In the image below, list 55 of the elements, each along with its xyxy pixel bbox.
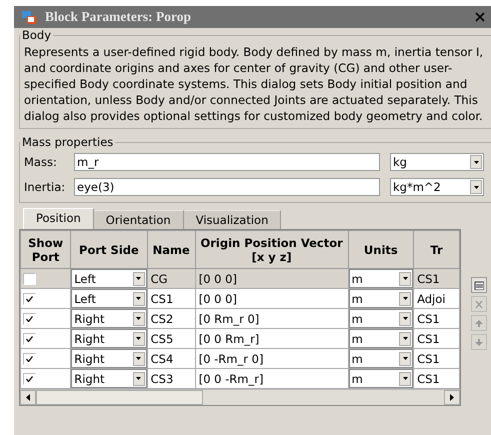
table-row[interactable]: Left CS1 [0 0 0] m Adjoi <box>20 288 460 308</box>
units-dropdown[interactable]: m <box>348 349 414 368</box>
table-row[interactable]: Right CS4 [0 -Rm_r 0] m CS1 <box>20 348 460 368</box>
port-side-dropdown[interactable]: Right <box>71 349 147 368</box>
port-side-dropdown[interactable]: Right <box>71 369 147 388</box>
units-dropdown[interactable]: m <box>348 289 414 308</box>
unit-dropdown[interactable]: kg <box>390 153 484 171</box>
tab[interactable]: Visualization <box>184 210 282 229</box>
units-dropdown[interactable]: m <box>348 269 414 288</box>
table-row[interactable]: Right CS5 [0 0 Rm_r] m CS1 <box>20 328 460 348</box>
table-cell-text: CS1 <box>416 272 440 286</box>
table-cell-text: CG <box>150 272 168 286</box>
table-cell-text: CS1 <box>416 372 440 386</box>
table-cell-text: CS1 <box>416 332 440 346</box>
units-dropdown[interactable]: m <box>348 369 414 388</box>
tab[interactable]: Position <box>23 208 94 229</box>
column-header: Name <box>147 230 196 268</box>
table-cell-text: [0 0 0] <box>198 292 237 306</box>
field-label: Mass: <box>24 155 58 169</box>
column-header: Show Port <box>20 230 71 268</box>
input-field[interactable]: eye(3) <box>74 178 380 196</box>
table-row[interactable]: Left CG [0 0 0] m CS1 <box>20 268 460 288</box>
group-title: Body <box>21 28 52 42</box>
tab[interactable]: Orientation <box>94 210 184 229</box>
table-cell-text: CS1 <box>416 312 440 326</box>
table-cell-text: [0 Rm_r 0] <box>198 312 260 326</box>
port-side-dropdown[interactable]: Right <box>71 309 147 328</box>
port-side-dropdown[interactable]: Left <box>71 289 147 308</box>
table-cell-text: [0 -Rm_r 0] <box>198 352 264 366</box>
column-header: Tr <box>414 230 460 268</box>
table-cell-text: CS4 <box>150 352 174 366</box>
window-title: Block Parameters: Porop <box>45 9 191 25</box>
table-cell-text: CS1 <box>416 352 440 366</box>
units-dropdown[interactable]: m <box>348 309 414 328</box>
group-title: Mass properties <box>21 135 114 149</box>
table-cell-text: CS1 <box>150 292 174 306</box>
port-side-dropdown[interactable]: Right <box>71 329 147 348</box>
column-header: Origin Position Vector [x y z] <box>195 230 348 268</box>
description-text: Represents a user-defined rigid body. Body defined by mass m, inertia tensor I, and coordinate origins and axes for center of gravity (CG) and other user-specified Body coordinate systems. This dialog sets Body initial position and orientation, unless Body and/or connected Joints are actuated separately. This dialog also provides optional settings for customized body geometry and color. <box>24 44 484 124</box>
port-side-dropdown[interactable]: Left <box>71 269 147 288</box>
table-row[interactable]: Right CS3 [0 0 -Rm_r] m CS1 <box>20 368 460 388</box>
table-cell-text: CS3 <box>150 372 174 386</box>
table-row[interactable]: Right CS2 [0 Rm_r 0] m CS1 <box>20 308 460 328</box>
units-dropdown[interactable]: m <box>348 329 414 348</box>
input-field[interactable]: m_r <box>74 153 380 171</box>
table-cell-text: CS2 <box>150 312 174 326</box>
column-header: Units <box>348 230 414 268</box>
table-cell-text: CS5 <box>150 332 174 346</box>
table-cell-text: [0 0 Rm_r] <box>198 332 260 346</box>
table-cell-text: Adjoi <box>416 292 446 306</box>
table-cell-text: [0 0 -Rm_r] <box>198 372 264 386</box>
column-header: Port Side <box>70 230 148 268</box>
field-label: Inertia: <box>24 180 66 194</box>
unit-dropdown[interactable]: kg*m^2 <box>390 178 484 196</box>
table-cell-text: [0 0 0] <box>198 272 237 286</box>
